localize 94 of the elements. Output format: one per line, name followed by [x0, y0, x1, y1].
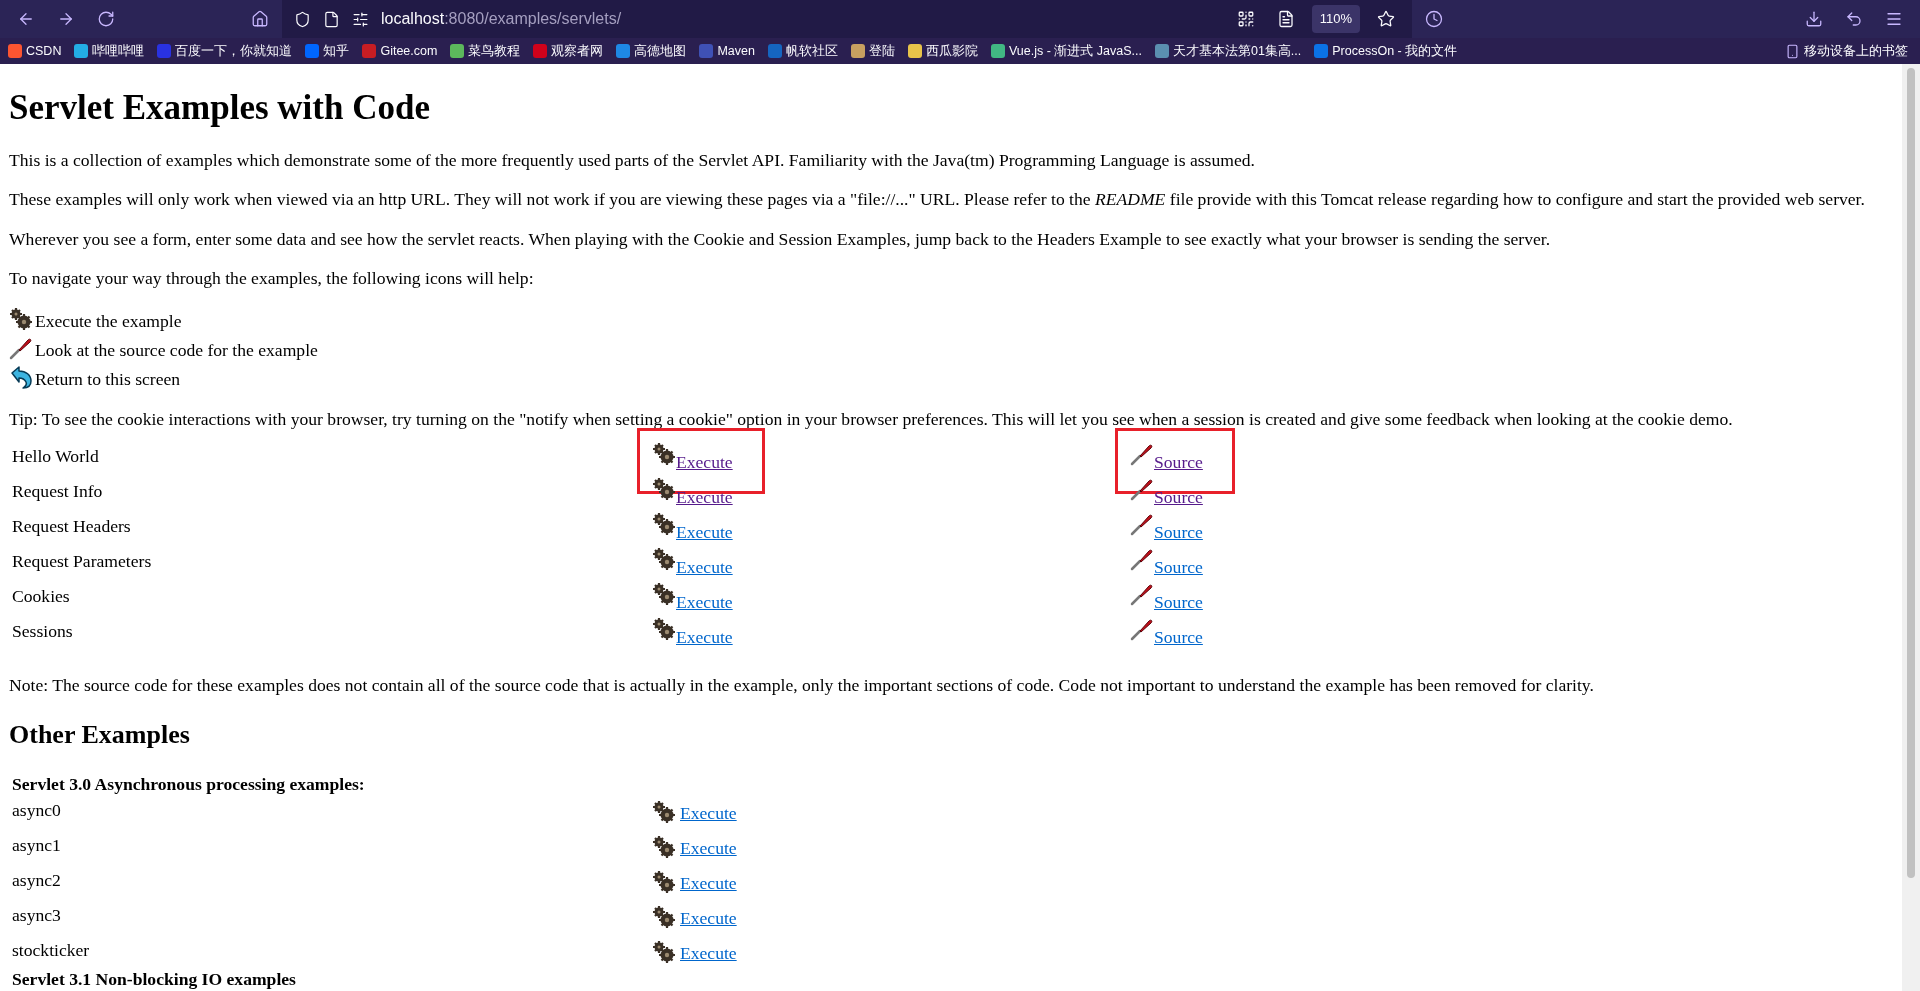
screwdriver-icon [1130, 512, 1154, 537]
link[interactable]: Execute [680, 803, 737, 824]
paragraph: To navigate your way through the examples, the following icons will help: [9, 267, 535, 289]
bookmark-item[interactable]: 高德地图 [616, 41, 687, 61]
bookmark-item[interactable]: 哔哩哔哩 [74, 41, 145, 61]
bookmark-item[interactable]: 西瓜影院 [907, 41, 978, 61]
example-name: async2 [12, 869, 62, 890]
example-name: async3 [12, 904, 62, 925]
bookmark-item[interactable]: 菜鸟教程 [450, 41, 521, 61]
gears-icon [652, 547, 676, 572]
page-heading: Servlet Examples with Code [9, 88, 431, 129]
bookmark-item[interactable]: Gitee.com [362, 41, 438, 61]
legend-text: Execute the example [35, 310, 182, 332]
zoom-level-button[interactable]: 110% [1311, 5, 1360, 33]
bookmark-item[interactable]: Maven [699, 41, 755, 61]
mobile-bookmarks-item[interactable]: 移动设备上的书签 [1785, 41, 1908, 61]
forward-icon [57, 10, 75, 28]
table-heading: Servlet 3.1 Non-blocking IO examples [11, 968, 297, 989]
link[interactable]: Source [1154, 452, 1203, 475]
back-icon [17, 10, 35, 28]
bookmark-item[interactable]: 登陆 [850, 41, 895, 61]
reload-icon [97, 10, 115, 28]
example-name: Sessions [12, 621, 74, 642]
bookmark-item[interactable]: CSDN [8, 41, 62, 61]
gears-icon [652, 617, 676, 642]
menu-icon [1885, 10, 1903, 28]
link[interactable]: Source [1154, 592, 1203, 615]
table-heading: Servlet 3.0 Asynchronous processing examples: [11, 774, 366, 795]
scrollbar[interactable] [1902, 64, 1920, 991]
example-name: Request Parameters [12, 551, 153, 572]
bookmark-item[interactable]: 天才基本法第01集高... [1154, 41, 1302, 61]
page-icon [323, 10, 340, 28]
bookmark-item[interactable]: 帆软社区 [767, 41, 838, 61]
link[interactable]: Source [1154, 522, 1203, 545]
screwdriver-icon [9, 336, 33, 361]
bookmark-item[interactable]: ProcessOn - 我的文件 [1314, 41, 1458, 61]
gears-icon [652, 834, 676, 859]
note-text: Note: The source code for these examples does not contain all of the source code that is actually in the example, only the important sections of code. Code not important to understand the example has been removed for clarity. [9, 675, 1595, 696]
bookmark-item[interactable]: 观察者网 [533, 41, 604, 61]
bookmark-item[interactable]: 百度一下，你就知道 [157, 41, 293, 61]
screwdriver-icon [1130, 617, 1154, 642]
bookmark-star-icon [1377, 10, 1395, 28]
url-text: localhost:8080/examples/servlets/ [381, 9, 622, 29]
history-icon [1425, 10, 1443, 28]
shield-icon [294, 10, 311, 28]
link[interactable]: Execute [676, 557, 733, 580]
home-icon [251, 10, 269, 28]
link[interactable]: Execute [676, 627, 733, 650]
example-name: async0 [12, 799, 62, 820]
gears-icon [652, 582, 676, 607]
bookmark-item[interactable]: Vue.js - 渐进式 JavaS... [990, 41, 1142, 61]
example-name: async1 [12, 834, 62, 855]
tip-text: Tip: To see the cookie interactions with your browser, try turning on the "notify when setting a cookie" option in your browser preferences. This will let you see when a session is created and give some feedback when looking at the cookie demo. [9, 409, 1734, 430]
undo-icon [1845, 10, 1863, 28]
example-name: stockticker [12, 939, 91, 960]
download-icon [1805, 10, 1823, 28]
link[interactable]: Execute [676, 522, 733, 545]
link[interactable]: Execute [680, 908, 737, 929]
link[interactable]: Execute [680, 873, 737, 894]
paragraph: Wherever you see a form, enter some data and see how the servlet reacts. When playing with the Cookie and Session Examples, jump back to the Headers Example to see exactly what your browser is sending the server. [9, 228, 1552, 249]
gears-icon [652, 869, 676, 894]
site-settings-icon [352, 10, 369, 28]
paragraph: These examples will only work when viewed via an http URL. They will not work if you are viewing these pages via a "file://..." URL. Please refer to the README file provide with this Tomcat release regarding how to configure and start the provided web server. [9, 189, 1866, 210]
screwdriver-icon [1130, 442, 1154, 467]
screwdriver-icon [1130, 547, 1154, 572]
example-name: Hello World [12, 446, 100, 467]
link[interactable]: Source [1154, 627, 1203, 650]
example-name: Request Info [12, 481, 104, 502]
screwdriver-icon [1130, 582, 1154, 607]
gears-icon [652, 477, 676, 502]
address-bar[interactable]: localhost:8080/examples/servlets/ 110% [282, 0, 1412, 38]
gears-icon [9, 307, 33, 332]
legend-text: Return to this screen [35, 368, 181, 390]
reader-view-icon [1276, 10, 1295, 28]
gears-icon [652, 512, 676, 537]
gears-icon [652, 939, 676, 964]
legend-text: Look at the source code for the example [35, 339, 318, 361]
bookmark-item[interactable]: 知乎 [305, 41, 350, 61]
phone-icon [1785, 43, 1800, 59]
paragraph: This is a collection of examples which demonstrate some of the more frequently used parts of the Servlet API. Familiarity with the Java(tm) Programming Language is assumed. [9, 150, 1256, 171]
section-heading: Other Examples [9, 719, 191, 750]
gears-icon [652, 442, 676, 467]
return-arrow-icon [9, 365, 33, 390]
screwdriver-icon [1130, 477, 1154, 502]
link[interactable]: Source [1154, 557, 1203, 580]
qr-code-icon [1236, 10, 1255, 28]
gears-icon [652, 904, 676, 929]
link[interactable]: Execute [676, 592, 733, 615]
example-name: Request Headers [12, 516, 132, 537]
example-name: Cookies [12, 586, 71, 607]
link[interactable]: Execute [680, 943, 737, 964]
link[interactable]: Execute [680, 838, 737, 859]
gears-icon [652, 799, 676, 824]
link[interactable]: Execute [676, 452, 733, 475]
